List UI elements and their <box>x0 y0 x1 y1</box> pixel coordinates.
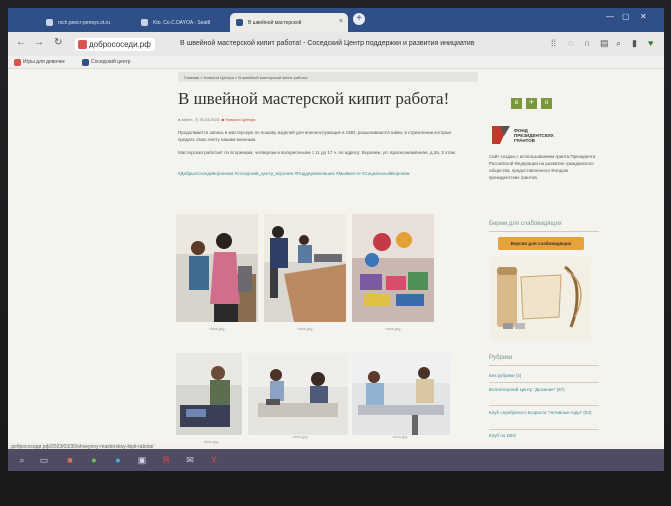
bookmark-label: Соседский центр <box>91 59 131 65</box>
tab-2[interactable]: Kto. Co.C.DAYOA - Seattl <box>135 13 227 32</box>
tab-label: Kto. Co.C.DAYOA - Seattl <box>153 20 211 26</box>
mail-icon[interactable]: ✉ <box>184 454 196 466</box>
photo-caption: docs.jpg <box>209 326 225 331</box>
collections-icon[interactable]: ◌ <box>568 38 573 48</box>
task-view-icon[interactable]: ▭ <box>38 454 50 466</box>
back-icon[interactable]: ← <box>16 37 26 48</box>
url-chip[interactable]: добрососеди.рф <box>75 38 155 51</box>
tab-label: В швейной мастерской <box>248 20 302 26</box>
category-link[interactable]: Новости Центра <box>225 117 255 122</box>
post-date: 30.03.2023 <box>199 117 220 122</box>
extensions-icon[interactable]: ⁞⁞ <box>551 38 556 48</box>
clock-icon: ◷ <box>194 117 199 122</box>
reading-mode-icon[interactable]: ▤ <box>600 38 609 49</box>
divider <box>489 231 599 232</box>
yandex-icon[interactable]: Я <box>160 454 172 466</box>
photo-caption: docs.jpg <box>203 439 219 444</box>
breadcrumb[interactable]: Главная » Новости Центра » В швейной мас… <box>178 72 478 82</box>
headphones-icon[interactable]: ∩ <box>584 38 590 48</box>
article-meta: ● admin ◷ 30.03.2023 ■ Новости Центра <box>178 117 255 122</box>
ok-icon[interactable]: о <box>541 98 552 109</box>
bookmarks-bar: Игры для девочек Соседский центр <box>8 56 664 69</box>
new-tab-button[interactable]: + <box>353 13 365 25</box>
rubric-link[interactable]: Волонтерский Центр "Дыхание" (67) <box>489 387 565 392</box>
tab-strip: rsch.peecr-pensys.st.ru Kto. Co.C.DAYOA … <box>8 8 664 32</box>
maximize-icon[interactable]: ▢ <box>622 12 630 21</box>
reload-icon[interactable]: ↻ <box>54 37 62 48</box>
store-icon[interactable]: ▣ <box>136 454 148 466</box>
presidential-grants-fund-logo: ФОНД ПРЕЗИДЕНТСКИХ ГРАНТОВ <box>492 126 554 144</box>
shield-icon[interactable]: ♥ <box>648 38 653 48</box>
chrome-icon[interactable]: ● <box>88 454 100 466</box>
page-heading: В швейной мастерской кипит работа! - Сос… <box>180 40 475 47</box>
edge-icon[interactable]: ● <box>112 454 124 466</box>
gallery-photo[interactable] <box>176 214 258 322</box>
search-icon[interactable]: ⌕ <box>616 38 621 49</box>
article-paragraph: Продолжается запись в мастерскую по поши… <box>178 130 452 142</box>
app-icon[interactable]: ■ <box>64 454 76 466</box>
rubric-link[interactable]: Клуб по ИЗО <box>489 433 516 438</box>
laptop-screen: rsch.peecr-pensys.st.ru Kto. Co.C.DAYOA … <box>8 8 664 471</box>
search-icon[interactable]: ⌕ <box>16 454 28 466</box>
article-paragraph: Мастерская работает по вторникам, четвер… <box>178 150 457 155</box>
telegram-icon[interactable]: ✈ <box>526 98 537 109</box>
bookmark-icon[interactable]: ▮ <box>632 38 637 49</box>
svg-text:ГРАНТОВ: ГРАНТОВ <box>514 138 536 143</box>
gallery-photo[interactable] <box>352 214 434 322</box>
bookmark-item[interactable]: Игры для девочек <box>14 59 65 66</box>
rubric-link[interactable]: Клуб серебряного возраста "Активные годы… <box>489 410 591 415</box>
gallery-photo[interactable] <box>264 214 346 322</box>
divider <box>489 382 599 383</box>
user-icon: ● <box>178 117 181 122</box>
vk-icon[interactable]: в <box>511 98 522 109</box>
close-window-icon[interactable]: ✕ <box>640 12 647 21</box>
tab-1[interactable]: rsch.peecr-pensys.st.ru <box>40 13 132 32</box>
site-favicon-icon <box>236 19 243 26</box>
article-title: В швейной мастерской кипит работа! <box>178 89 450 108</box>
folder-icon: ■ <box>221 117 224 122</box>
photo-caption: docs.jpg <box>292 434 308 439</box>
gallery-photo[interactable] <box>176 353 242 435</box>
photo-caption: docs.jpg <box>392 434 408 439</box>
tab-label: rsch.peecr-pensys.st.ru <box>58 20 110 26</box>
divider <box>489 405 599 406</box>
yandex-browser-icon[interactable]: Y <box>208 454 220 466</box>
lock-icon <box>78 40 87 49</box>
address-bar: ← → ↻ добрососеди.рф В швейной мастерско… <box>8 32 664 56</box>
rubric-link[interactable]: Без рубрики (4) <box>489 373 521 378</box>
grant-notice: Сайт создан с использованием гранта През… <box>489 154 596 180</box>
forward-icon[interactable]: → <box>34 37 44 48</box>
accessibility-version-button[interactable]: Версия для слабовидящих <box>498 237 584 250</box>
accessibility-heading: Берем для слабовидящих <box>489 221 562 227</box>
bookmark-favicon-icon <box>82 59 89 66</box>
site-favicon-icon <box>46 19 53 26</box>
thank-you-banner[interactable] <box>491 257 591 341</box>
web-page: Главная » Новости Центра » В швейной мас… <box>8 69 664 444</box>
bookmark-label: Игры для девочек <box>23 59 65 65</box>
tab-active[interactable]: В швейной мастерской × <box>230 13 348 32</box>
divider <box>489 365 599 366</box>
photo-background: rsch.peecr-pensys.st.ru Kto. Co.C.DAYOA … <box>0 0 671 506</box>
gallery-photo[interactable] <box>352 353 450 435</box>
gallery-photo[interactable] <box>248 353 348 435</box>
photo-caption: docs.jpg <box>385 326 401 331</box>
site-favicon-icon <box>141 19 148 26</box>
url-text: добрососеди.рф <box>89 40 151 49</box>
author-link[interactable]: admin <box>182 117 193 122</box>
photo-caption: docs.jpg <box>297 326 313 331</box>
close-tab-icon[interactable]: × <box>339 18 343 25</box>
minimize-icon[interactable]: — <box>606 12 614 21</box>
bookmark-favicon-icon <box>14 59 21 66</box>
divider <box>489 429 599 430</box>
bookmark-item[interactable]: Соседский центр <box>82 59 131 66</box>
hashtags[interactable]: #ДобрыеСоседиВоронежа #соседский_центр_в… <box>178 170 458 177</box>
taskbar: ⌕ ▭ ■ ● ● ▣ Я ✉ Y <box>8 449 664 471</box>
rubrics-heading: Рубрики <box>489 355 513 361</box>
